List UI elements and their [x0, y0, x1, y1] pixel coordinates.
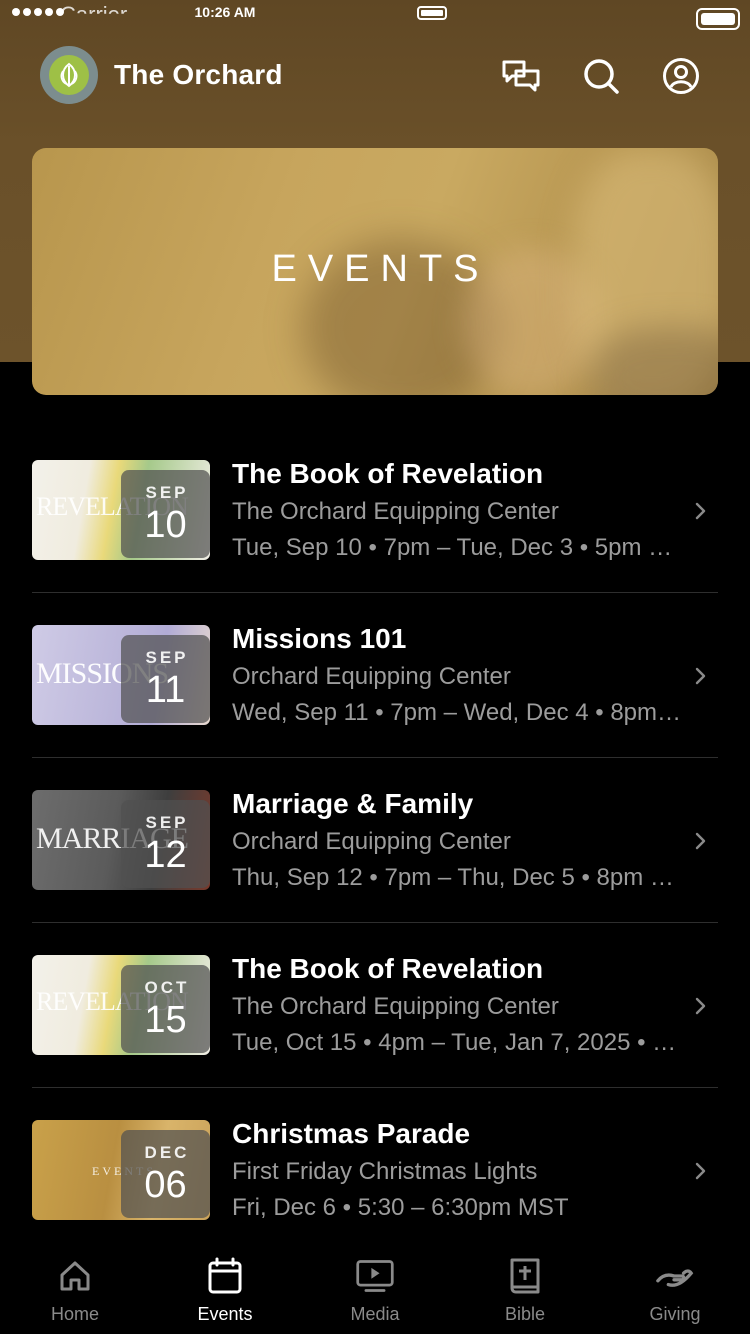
event-title: The Book of Revelation: [232, 953, 544, 984]
badge-day: 10: [144, 504, 187, 546]
event-thumbnail: MISSIONS SEP 11: [32, 625, 210, 725]
event-title: Marriage & Family: [232, 788, 474, 819]
event-dates: Thu, Sep 12 • 7pm – Thu, Dec 5 • 8pm MST: [232, 864, 687, 891]
app-header: The Orchard: [0, 46, 750, 106]
date-badge: SEP 10: [121, 470, 210, 558]
tab-label: Events: [197, 1304, 253, 1324]
chevron-right-icon: [694, 665, 708, 687]
giving-icon: [655, 1256, 695, 1296]
chat-icon[interactable]: [501, 56, 541, 96]
date-badge: OCT 15: [121, 965, 210, 1053]
date-badge: DEC 06: [121, 1130, 210, 1218]
event-row[interactable]: MISSIONS SEP 11 Missions 101 Orchard Equ…: [32, 593, 718, 758]
battery-icon: [417, 6, 447, 20]
event-location: First Friday Christmas Lights: [232, 1158, 538, 1185]
bible-icon: [505, 1256, 545, 1296]
event-dates: Tue, Oct 15 • 4pm – Tue, Jan 7, 2025 • 5…: [232, 1029, 687, 1056]
event-dates: Fri, Dec 6 • 5:30 – 6:30pm MST: [232, 1194, 569, 1221]
badge-month: DEC: [144, 1143, 190, 1162]
event-title: Christmas Parade: [232, 1118, 471, 1149]
badge-day: 06: [144, 1164, 187, 1206]
leaf-icon: [49, 55, 89, 95]
date-badge: SEP 12: [121, 800, 210, 888]
hero-title: EVENTS: [271, 248, 490, 290]
event-thumbnail: REVELATION OCT 15: [32, 955, 210, 1055]
chevron-right-icon: [694, 995, 708, 1017]
badge-month: SEP: [145, 813, 189, 832]
event-row[interactable]: REVELATION SEP 10 The Book of Revelation…: [32, 428, 718, 593]
event-row[interactable]: MARRIAGE SEP 12 Marriage & Family Orchar…: [32, 758, 718, 923]
tab-media[interactable]: Media: [300, 1238, 450, 1334]
tab-events[interactable]: Events: [150, 1238, 300, 1334]
event-row[interactable]: REVELATION OCT 15 The Book of Revelation…: [32, 923, 718, 1088]
tab-bible[interactable]: Bible: [450, 1238, 600, 1334]
search-icon[interactable]: [581, 56, 621, 96]
church-logo[interactable]: [40, 46, 98, 104]
event-list: REVELATION SEP 10 The Book of Revelation…: [32, 428, 718, 1253]
event-thumbnail: MARRIAGE SEP 12: [32, 790, 210, 890]
event-title: Missions 101: [232, 623, 407, 654]
badge-month: OCT: [144, 978, 190, 997]
profile-icon[interactable]: [661, 56, 701, 96]
badge-month: SEP: [145, 648, 189, 667]
chevron-right-icon: [694, 500, 708, 522]
tab-bar: Home Events Media Bible Giving: [0, 1238, 750, 1334]
home-icon: [55, 1256, 95, 1296]
date-badge: SEP 11: [121, 635, 210, 723]
status-bar: Carrier 10:26 AM: [0, 0, 750, 30]
event-location: The Orchard Equipping Center: [232, 498, 559, 525]
tab-home[interactable]: Home: [0, 1238, 150, 1334]
tab-label: Home: [50, 1304, 99, 1324]
tab-label: Bible: [504, 1304, 546, 1324]
media-icon: [355, 1256, 395, 1296]
event-location: The Orchard Equipping Center: [232, 993, 559, 1020]
event-thumbnail: EVENTS DEC 06: [32, 1120, 210, 1220]
badge-day: 12: [144, 834, 187, 876]
chevron-right-icon: [694, 1160, 708, 1182]
badge-day: 15: [144, 999, 187, 1041]
event-dates: Wed, Sep 11 • 7pm – Wed, Dec 4 • 8pm MST: [232, 699, 687, 726]
badge-day: 11: [145, 669, 186, 711]
chevron-right-icon: [694, 830, 708, 852]
events-hero-banner: EVENTS: [32, 148, 718, 395]
app-title: The Orchard: [114, 59, 283, 90]
event-location: Orchard Equipping Center: [232, 663, 511, 690]
event-row[interactable]: EVENTS DEC 06 Christmas Parade First Fri…: [32, 1088, 718, 1253]
tab-label: Giving: [649, 1304, 701, 1324]
calendar-icon: [205, 1256, 245, 1296]
battery-icon: [696, 8, 740, 30]
badge-month: SEP: [145, 483, 189, 502]
event-title: The Book of Revelation: [232, 458, 544, 489]
status-time: 10:26 AM: [194, 4, 256, 20]
tab-giving[interactable]: Giving: [600, 1238, 750, 1334]
tab-label: Media: [350, 1304, 400, 1324]
event-dates: Tue, Sep 10 • 7pm – Tue, Dec 3 • 5pm MST: [232, 534, 687, 561]
event-location: Orchard Equipping Center: [232, 828, 511, 855]
event-thumbnail: REVELATION SEP 10: [32, 460, 210, 560]
